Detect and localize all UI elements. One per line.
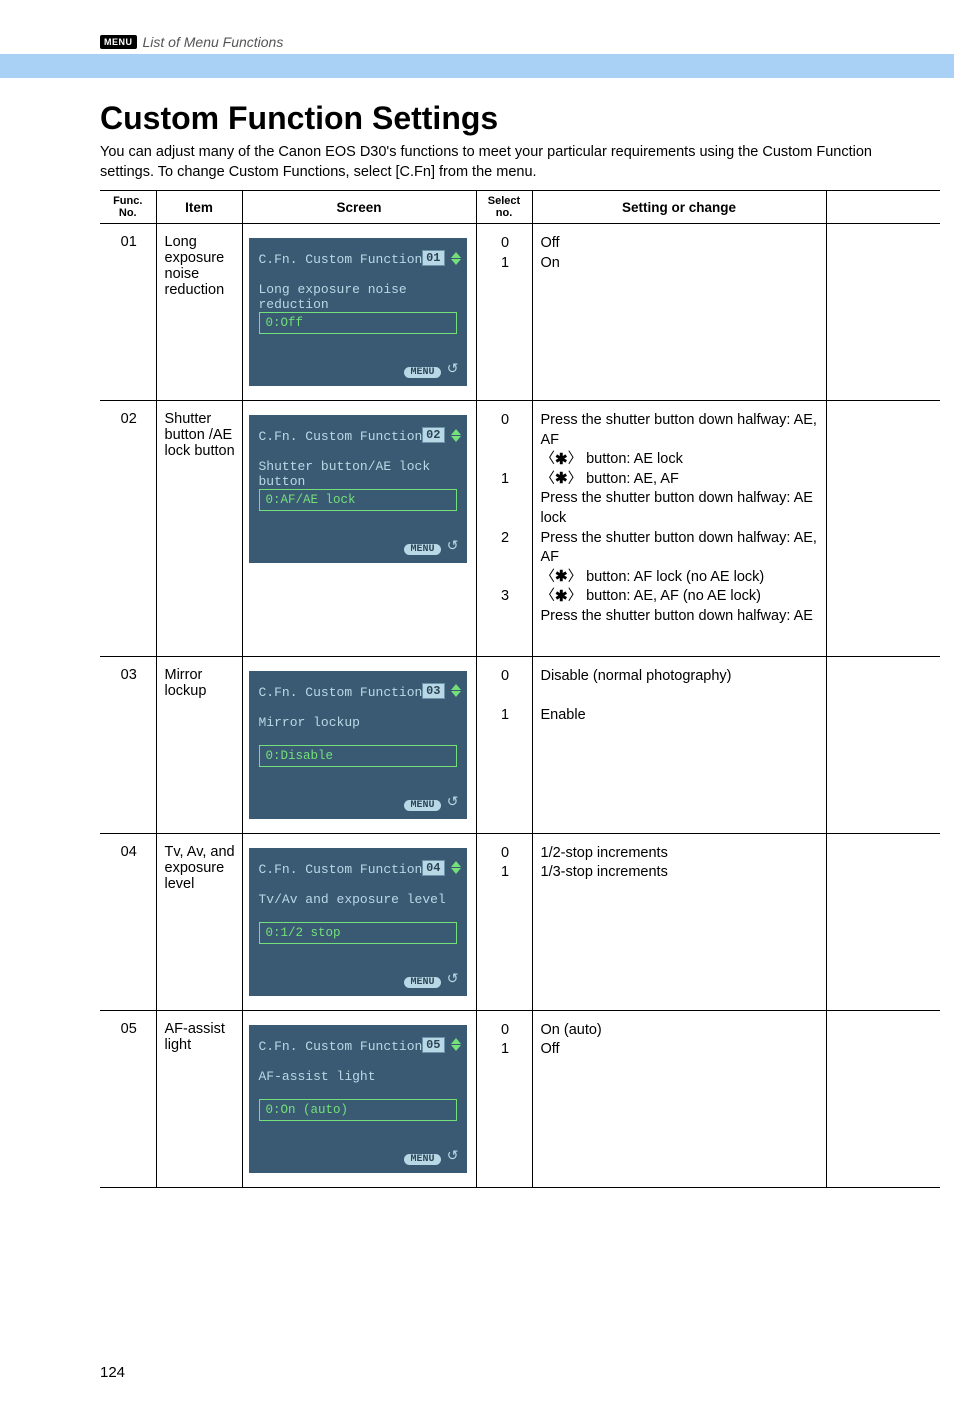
lcd-screen: C.Fn. Custom Function 04 Tv/Av and expos… (249, 848, 467, 996)
back-icon: ↺ (447, 971, 459, 988)
page-number: 124 (100, 1364, 125, 1381)
col-item: Item (156, 191, 242, 224)
lcd-title: C.Fn. Custom Function (259, 1039, 423, 1054)
lcd-subtitle: Mirror lockup (259, 715, 457, 730)
spinner-icon (451, 858, 461, 878)
lcd-title: C.Fn. Custom Function (259, 685, 423, 700)
col-screen: Screen (242, 191, 476, 224)
lcd-menu-badge: MENU (404, 800, 440, 811)
cell-func-no: 04 (100, 833, 156, 1010)
cell-item: Mirror lockup (156, 656, 242, 833)
cell-select-no: 0 1 (476, 224, 532, 401)
cell-screen: C.Fn. Custom Function 01 Long exposure n… (242, 224, 476, 401)
lcd-func-number: 05 (422, 1037, 444, 1053)
lcd-title: C.Fn. Custom Function (259, 429, 423, 444)
lcd-value: 0:AF/AE lock (259, 489, 457, 511)
cell-select-no: 0 1 (476, 656, 532, 833)
lcd-value: 0:On (auto) (259, 1099, 457, 1121)
lcd-func-number: 02 (422, 427, 444, 443)
back-icon: ↺ (447, 361, 459, 378)
lcd-menu-badge: MENU (404, 977, 440, 988)
col-select-no: Select no. (476, 191, 532, 224)
lcd-subtitle: Shutter button/AE lock button (259, 459, 457, 489)
cell-screen: C.Fn. Custom Function 03 Mirror lockup 0… (242, 656, 476, 833)
cell-extra (826, 656, 940, 833)
cell-extra (826, 833, 940, 1010)
lcd-screen: C.Fn. Custom Function 02 Shutter button/… (249, 415, 467, 563)
lcd-menu-badge: MENU (404, 544, 440, 555)
spinner-icon (451, 425, 461, 445)
cell-setting: On (auto)Off (532, 1010, 826, 1187)
cell-select-no: 0 1 (476, 833, 532, 1010)
lcd-subtitle: AF-assist light (259, 1069, 457, 1084)
cell-setting: OffOn (532, 224, 826, 401)
table-row: 01 Long exposure noise reduction C.Fn. C… (100, 224, 940, 401)
cell-select-no: 0 1 (476, 1010, 532, 1187)
cell-screen: C.Fn. Custom Function 02 Shutter button/… (242, 401, 476, 657)
cell-item: Shutter button /AE lock button (156, 401, 242, 657)
lcd-screen: C.Fn. Custom Function 05 AF-assist light… (249, 1025, 467, 1173)
cell-func-no: 03 (100, 656, 156, 833)
cell-extra (826, 1010, 940, 1187)
star-icon: ✱ (555, 452, 568, 467)
page-title: Custom Function Settings (100, 100, 954, 137)
cell-setting: Disable (normal photography) Enable (532, 656, 826, 833)
table-row: 04 Tv, Av, and exposure level C.Fn. Cust… (100, 833, 940, 1010)
lcd-value: 0:1/2 stop (259, 922, 457, 944)
cell-item: AF-assist light (156, 1010, 242, 1187)
lcd-title: C.Fn. Custom Function (259, 252, 423, 267)
cell-setting: Press the shutter button down halfway: A… (532, 401, 826, 657)
section-header: MENU List of Menu Functions (100, 34, 283, 50)
lcd-value: 0:Disable (259, 745, 457, 767)
cell-item: Long exposure noise reduction (156, 224, 242, 401)
table-header-row: Func. No. Item Screen Select no. Setting… (100, 191, 940, 224)
star-icon: ✱ (555, 569, 568, 584)
col-setting: Setting or change (532, 191, 826, 224)
col-extra (826, 191, 940, 224)
back-icon: ↺ (447, 794, 459, 811)
lcd-value: 0:Off (259, 312, 457, 334)
lcd-title: C.Fn. Custom Function (259, 862, 423, 877)
cell-setting: 1/2-stop increments1/3-stop increments (532, 833, 826, 1010)
table-row: 03 Mirror lockup C.Fn. Custom Function 0… (100, 656, 940, 833)
spinner-icon (451, 1035, 461, 1055)
cell-func-no: 01 (100, 224, 156, 401)
spinner-icon (451, 681, 461, 701)
lcd-screen: C.Fn. Custom Function 03 Mirror lockup 0… (249, 671, 467, 819)
cell-select-no: 0 1 2 3 (476, 401, 532, 657)
cell-extra (826, 224, 940, 401)
cell-screen: C.Fn. Custom Function 04 Tv/Av and expos… (242, 833, 476, 1010)
lcd-subtitle: Tv/Av and exposure level (259, 892, 457, 907)
table-row: 02 Shutter button /AE lock button C.Fn. … (100, 401, 940, 657)
cell-func-no: 05 (100, 1010, 156, 1187)
table-row: 05 AF-assist light C.Fn. Custom Function… (100, 1010, 940, 1187)
lcd-func-number: 03 (422, 683, 444, 699)
back-icon: ↺ (447, 538, 459, 555)
lcd-menu-badge: MENU (404, 367, 440, 378)
header-band (0, 54, 954, 78)
lcd-screen: C.Fn. Custom Function 01 Long exposure n… (249, 238, 467, 386)
section-header-text: List of Menu Functions (143, 34, 284, 50)
lcd-subtitle: Long exposure noise reduction (259, 282, 457, 312)
star-icon: ✱ (555, 471, 568, 486)
menu-badge-icon: MENU (100, 35, 137, 49)
lcd-func-number: 04 (422, 860, 444, 876)
cell-extra (826, 401, 940, 657)
lcd-menu-badge: MENU (404, 1154, 440, 1165)
cell-item: Tv, Av, and exposure level (156, 833, 242, 1010)
spinner-icon (451, 248, 461, 268)
back-icon: ↺ (447, 1148, 459, 1165)
col-func-no: Func. No. (100, 191, 156, 224)
cell-func-no: 02 (100, 401, 156, 657)
custom-function-table: Func. No. Item Screen Select no. Setting… (100, 190, 940, 1188)
intro-paragraph: You can adjust many of the Canon EOS D30… (100, 143, 926, 182)
star-icon: ✱ (555, 589, 568, 604)
lcd-func-number: 01 (422, 250, 444, 266)
cell-screen: C.Fn. Custom Function 05 AF-assist light… (242, 1010, 476, 1187)
